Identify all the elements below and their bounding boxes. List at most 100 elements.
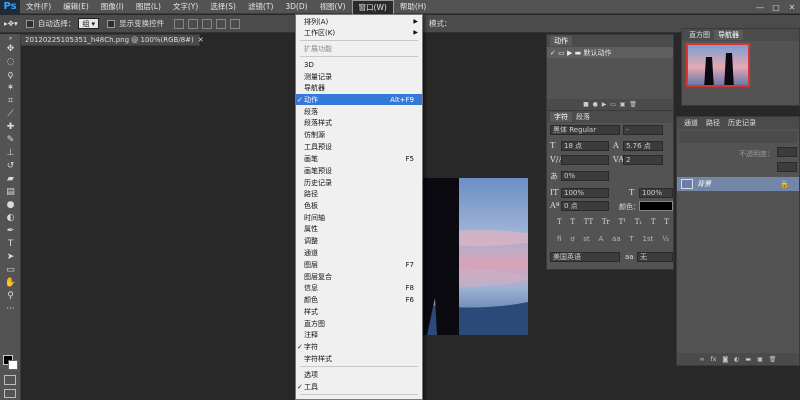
ligature-icon[interactable]: fi <box>557 235 561 243</box>
ordinals-icon[interactable]: T <box>629 235 633 243</box>
auto-select-checkbox[interactable] <box>25 19 34 28</box>
pen-tool-icon[interactable]: ✒ <box>0 224 21 237</box>
expand-arrow-icon[interactable]: ▶ <box>567 49 572 57</box>
add-mask-icon[interactable]: ◙ <box>722 356 728 363</box>
half-icon[interactable]: ½ <box>662 235 669 243</box>
window-menu-item-color[interactable]: 颜色 F6 <box>296 294 422 305</box>
subscript-button[interactable]: T₁ <box>635 218 642 226</box>
type-tool-icon[interactable]: T <box>0 237 21 250</box>
superscript-button[interactable]: T¹ <box>619 218 626 226</box>
swash-icon[interactable]: st <box>583 235 589 243</box>
menu-type[interactable]: 文字(Y) <box>167 0 204 14</box>
play-icon[interactable]: ▶ <box>602 101 607 108</box>
move-tool-preset-icon[interactable]: ▸✥▾ <box>0 15 22 33</box>
window-menu-item-history[interactable]: 历史记录 <box>296 177 422 188</box>
new-layer-icon[interactable]: ▣ <box>757 356 763 363</box>
magic-wand-icon[interactable]: ✶ <box>0 81 21 94</box>
window-menu-item-paths[interactable]: 路径 <box>296 188 422 199</box>
zoom-tool-icon[interactable]: ⚲ <box>0 289 21 302</box>
close-icon[interactable]: ✕ <box>784 0 800 14</box>
auto-select-dropdown[interactable]: 组 ▾ <box>78 18 100 29</box>
font-family-select[interactable]: 黑体 Regular <box>550 125 620 135</box>
blur-tool-icon[interactable]: ● <box>0 198 21 211</box>
close-tab-icon[interactable]: ✕ <box>198 36 204 44</box>
delete-layer-icon[interactable]: 🗑 <box>769 356 777 363</box>
horizontal-scale-field[interactable]: 100% <box>639 188 673 198</box>
navigator-thumbnail[interactable] <box>686 43 750 87</box>
window-menu-item-clone-source[interactable]: 仿制源 <box>296 129 422 140</box>
document-tab[interactable]: 20120225105351_h48Ch.png @ 100%(RGB/8#) … <box>20 34 204 46</box>
window-menu-item-notes[interactable]: 注释 <box>296 329 422 340</box>
minimize-icon[interactable]: — <box>752 0 768 14</box>
vertical-scale-field[interactable]: 100% <box>561 188 609 198</box>
strikethrough-button[interactable]: T <box>664 218 669 226</box>
menu-3d[interactable]: 3D(D) <box>279 0 313 14</box>
tab-paragraph[interactable]: 段落 <box>572 112 594 122</box>
eyedropper-icon[interactable]: ⟋ <box>0 107 21 120</box>
window-menu-item-properties[interactable]: 属性 <box>296 223 422 234</box>
faux-bold-button[interactable]: T <box>557 218 562 226</box>
shape-tool-icon[interactable]: ▭ <box>0 263 21 276</box>
opacity-field[interactable] <box>777 147 797 157</box>
delete-icon[interactable]: 🗑 <box>629 101 637 108</box>
marquee-tool-icon[interactable]: ◌ <box>0 55 21 68</box>
hand-tool-icon[interactable]: ✋ <box>0 276 21 289</box>
window-menu-item-arrange[interactable]: 排列(A) ▶ <box>296 16 422 27</box>
show-transform-checkbox[interactable] <box>107 19 116 28</box>
tsume-field[interactable]: 0% <box>561 171 609 181</box>
align-middle-icon[interactable] <box>188 18 199 29</box>
layer-row-background[interactable]: 背景 🔒 <box>677 177 799 191</box>
font-size-field[interactable]: 18 点 <box>561 141 609 151</box>
tools-collapse-icon[interactable]: » <box>0 34 21 42</box>
maximize-icon[interactable]: □ <box>768 0 784 14</box>
font-style-select[interactable]: - <box>623 125 663 135</box>
menu-file[interactable]: 文件(F) <box>20 0 57 14</box>
link-layers-icon[interactable]: ∞ <box>700 356 705 363</box>
menu-edit[interactable]: 编辑(E) <box>57 0 95 14</box>
eraser-icon[interactable]: ▰ <box>0 172 21 185</box>
screen-mode-icon[interactable] <box>4 389 16 398</box>
old-style-icon[interactable]: ơ <box>570 235 574 243</box>
window-menu-item-character-styles[interactable]: 字符样式 <box>296 353 422 364</box>
fill-field[interactable] <box>777 162 797 172</box>
window-menu-item-paragraph-styles[interactable]: 段落样式 <box>296 117 422 128</box>
titling-icon[interactable]: aa <box>612 235 621 243</box>
tab-actions[interactable]: 动作 <box>550 36 572 46</box>
window-menu-item-brush[interactable]: 画笔 F5 <box>296 153 422 164</box>
menu-select[interactable]: 选择(S) <box>204 0 242 14</box>
window-menu-item-actions[interactable]: ✓ 动作 Alt+F9 <box>296 94 422 105</box>
antialias-select[interactable]: 无 <box>637 252 673 262</box>
menu-help[interactable]: 帮助(H) <box>394 0 433 14</box>
language-select[interactable]: 美国英语 <box>550 252 620 262</box>
align-top-icon[interactable] <box>174 18 185 29</box>
toggle-check-icon[interactable]: ✓ <box>550 49 556 57</box>
underline-button[interactable]: T <box>651 218 656 226</box>
quick-mask-icon[interactable] <box>4 375 16 385</box>
baseline-shift-field[interactable]: 0 点 <box>561 201 609 211</box>
window-menu-item-options[interactable]: 选项 <box>296 369 422 380</box>
brush-tool-icon[interactable]: ✎ <box>0 133 21 146</box>
path-selection-icon[interactable]: ➤ <box>0 250 21 263</box>
gradient-tool-icon[interactable]: ▤ <box>0 185 21 198</box>
move-tool-icon[interactable]: ✥ <box>0 42 21 55</box>
window-menu-item-adjustments[interactable]: 调整 <box>296 235 422 246</box>
window-menu-item-tools[interactable]: ✓ 工具 <box>296 381 422 392</box>
kerning-field[interactable] <box>561 155 609 165</box>
record-icon[interactable]: ● <box>593 101 598 108</box>
tracking-field[interactable]: 2 <box>623 155 663 165</box>
layer-filter-bar[interactable] <box>679 131 797 143</box>
clone-stamp-icon[interactable]: ⊥ <box>0 146 21 159</box>
window-menu-item-channels[interactable]: 通道 <box>296 247 422 258</box>
crop-tool-icon[interactable]: ⌗ <box>0 94 21 107</box>
window-menu-item-histogram[interactable]: 直方图 <box>296 318 422 329</box>
window-menu-item-workspace[interactable]: 工作区(K) ▶ <box>296 27 422 38</box>
text-color-swatch[interactable] <box>639 201 673 211</box>
new-group-icon[interactable]: ▬ <box>745 356 751 363</box>
more-tools-icon[interactable]: ··· <box>0 302 21 315</box>
layer-style-icon[interactable]: fx <box>711 356 717 363</box>
menu-view[interactable]: 视图(V) <box>314 0 352 14</box>
window-menu-item-measurement-log[interactable]: 测量记录 <box>296 71 422 82</box>
window-menu-item-layers[interactable]: 图层 F7 <box>296 259 422 270</box>
action-set-row[interactable]: ✓ ▭ ▶ ▬ 默认动作 <box>547 47 673 58</box>
window-menu-item-paragraph[interactable]: 段落 <box>296 106 422 117</box>
